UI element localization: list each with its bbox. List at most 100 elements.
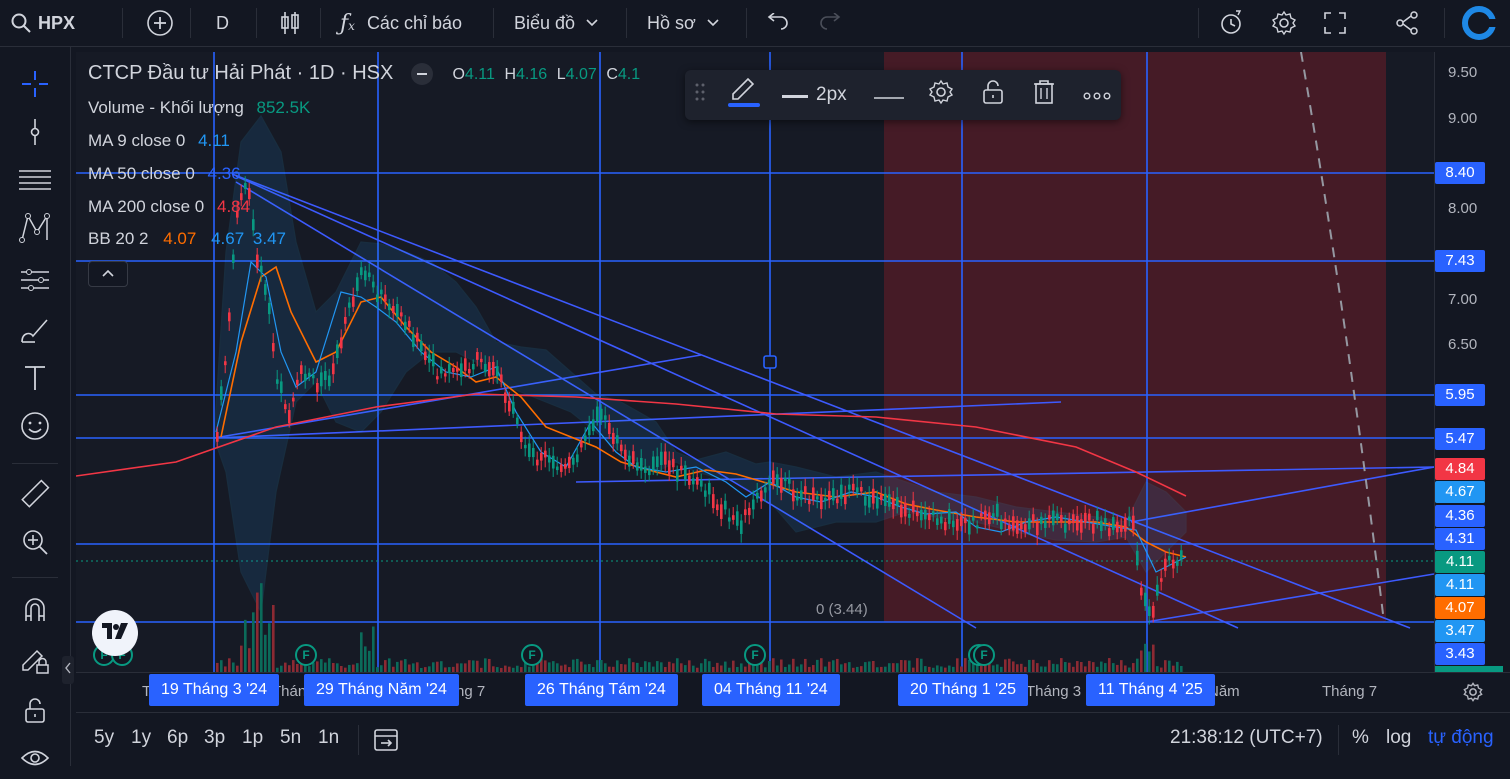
zoom-in-tool[interactable] <box>16 525 54 563</box>
candle-body <box>384 294 387 302</box>
percent-scale-toggle[interactable]: % <box>1352 727 1369 749</box>
volume-bar <box>916 658 919 672</box>
candle-body <box>336 344 339 359</box>
candle-body <box>700 480 703 487</box>
line-width-label: 2px <box>816 84 847 105</box>
brush-tool[interactable] <box>16 313 54 351</box>
chart-pane[interactable]: 0 (3.44) FFF FFF <box>76 52 1434 672</box>
emoji-tool[interactable] <box>16 409 54 447</box>
time-tick: Tháng 3 <box>1026 683 1082 700</box>
range-1n-button[interactable]: 1n <box>318 727 339 749</box>
candle-body <box>928 514 931 521</box>
gear-icon <box>1270 9 1298 37</box>
price-label-line: 8.40 <box>1435 162 1485 184</box>
line-width-button[interactable]: 2px <box>782 70 847 120</box>
price-tick: 9.50 <box>1448 64 1478 81</box>
candle-body <box>588 425 591 436</box>
auto-scale-toggle[interactable]: tự động <box>1428 727 1494 749</box>
tradingview-logo[interactable] <box>92 610 138 656</box>
legend-ma50[interactable]: MA 50 close 0 4.36 <box>88 164 245 184</box>
settings-button[interactable] <box>1270 0 1298 46</box>
share-button[interactable] <box>1393 0 1421 46</box>
legend-volume[interactable]: Volume - Khối lượng 852.5K <box>88 98 314 118</box>
lock-drawing-button[interactable] <box>980 70 1006 120</box>
volume-bar <box>576 658 579 672</box>
alert-button[interactable] <box>1218 0 1246 46</box>
fib-tool[interactable] <box>16 163 54 201</box>
volume-bar <box>788 664 791 672</box>
redo-button[interactable] <box>818 0 842 46</box>
unlock-tool[interactable] <box>16 693 54 731</box>
candle-body <box>876 497 879 509</box>
candle-body <box>836 498 839 504</box>
fullscreen-button[interactable] <box>1322 0 1348 46</box>
candle-body <box>448 364 451 374</box>
price-label-bb-lower: 3.47 <box>1435 620 1485 642</box>
candle-body <box>1160 578 1163 582</box>
forecast-tool[interactable] <box>16 263 54 301</box>
pencil-icon <box>727 75 761 115</box>
chart-style-button[interactable] <box>278 0 302 46</box>
volume-bar <box>1008 658 1011 672</box>
drag-handle[interactable] <box>695 70 705 120</box>
delete-drawing-button[interactable] <box>1031 70 1057 120</box>
range-1y-button[interactable]: 1y <box>131 727 151 749</box>
chevron-left-icon <box>64 661 72 679</box>
crosshair-tool[interactable] <box>16 67 54 105</box>
range-3p-button[interactable]: 3p <box>204 727 225 749</box>
lock-drawings-tool[interactable] <box>16 643 54 681</box>
crosshair-icon <box>20 69 50 104</box>
ohlc-open: 4.11 <box>464 66 495 83</box>
scale-settings-button[interactable] <box>1462 681 1484 708</box>
drawing-settings-button[interactable] <box>927 70 955 120</box>
magnet-tool[interactable] <box>16 593 54 631</box>
legend-ma9[interactable]: MA 9 close 0 4.11 <box>88 131 234 151</box>
candle-body <box>648 469 651 476</box>
collapse-sidebar-button[interactable] <box>62 656 74 684</box>
volume-bar <box>484 658 487 672</box>
candle-body <box>936 518 939 525</box>
candle-body <box>688 475 691 485</box>
log-scale-toggle[interactable]: log <box>1386 727 1411 749</box>
volume-bar <box>220 660 223 672</box>
volume-bar <box>616 660 619 672</box>
candle-body <box>320 372 323 387</box>
brand-logo[interactable] <box>1462 0 1496 46</box>
visibility-tool[interactable] <box>16 741 54 779</box>
interval-button[interactable]: D <box>216 0 229 46</box>
volume-bar <box>588 664 591 672</box>
line-style-button[interactable] <box>874 70 904 120</box>
candle-body <box>728 517 731 522</box>
trend-line-tool[interactable] <box>16 115 54 153</box>
range-5y-button[interactable]: 5y <box>94 727 114 749</box>
compare-symbol-button[interactable] <box>146 0 174 46</box>
range-1p-button[interactable]: 1p <box>242 727 263 749</box>
volume-bar <box>836 658 839 672</box>
pattern-tool[interactable] <box>16 211 54 249</box>
indicators-button[interactable]: ƒx Các chỉ báo <box>340 0 462 46</box>
range-5n-button[interactable]: 5n <box>280 727 301 749</box>
legend-bb[interactable]: BB 20 2 4.07 4.67 3.47 <box>88 229 290 249</box>
range-6p-button[interactable]: 6p <box>167 727 188 749</box>
profile-menu[interactable]: Hồ sơ <box>647 0 720 46</box>
ruler-tool[interactable] <box>16 477 54 515</box>
line-color-button[interactable] <box>727 70 761 120</box>
search-icon <box>10 12 32 34</box>
text-tool[interactable] <box>16 361 54 399</box>
interval-label: D <box>216 12 229 33</box>
volume-bar <box>252 612 255 672</box>
collapse-legend-button[interactable] <box>88 261 128 287</box>
legend-ma200[interactable]: MA 200 close 0 4.84 <box>88 197 254 217</box>
undo-button[interactable] <box>766 0 790 46</box>
chart-type-menu[interactable]: Biểu đồ <box>514 0 599 46</box>
goto-date-button[interactable] <box>372 726 400 759</box>
candle-body <box>508 400 511 412</box>
volume-bar <box>904 660 907 672</box>
symbol-search[interactable]: HPX <box>10 0 75 46</box>
ma50-label: MA 50 close 0 <box>88 164 195 183</box>
legend-toggle-icon[interactable] <box>410 62 433 85</box>
candle-body <box>420 340 423 352</box>
more-options-button[interactable] <box>1083 70 1111 120</box>
volume-bar <box>636 662 639 672</box>
clock-label[interactable]: 21:38:12 (UTC+7) <box>1170 727 1323 749</box>
